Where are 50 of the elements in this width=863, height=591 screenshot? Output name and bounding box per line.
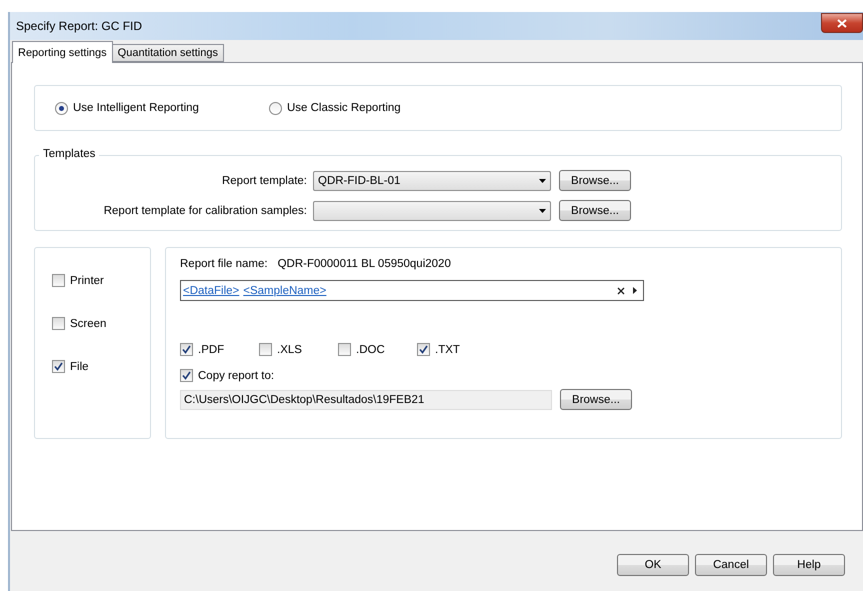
dialog-button[interactable]: Help (773, 554, 845, 576)
path-field[interactable]: C:\Users\OIJGC\Desktop\Resultados\19FEB21 (180, 390, 552, 410)
radio-button[interactable] (268, 102, 282, 114)
token-link[interactable]: <DataFile> (183, 284, 240, 296)
radio-label: Use Classic Reporting (286, 102, 401, 114)
checkbox-label: .TXT (435, 344, 460, 356)
checkmark-icon (182, 345, 191, 354)
checkbox-label: .DOC (356, 344, 385, 356)
field-label: Report template: (222, 174, 307, 186)
radio-button[interactable] (55, 102, 68, 114)
checkbox-label: Printer (70, 274, 104, 286)
checkmark-icon (419, 345, 428, 354)
checkbox-label: Screen (70, 318, 106, 330)
checkbox[interactable] (180, 343, 193, 356)
checkbox-label: .XLS (277, 344, 302, 356)
checkbox[interactable] (417, 343, 430, 356)
arrow-right-icon[interactable] (633, 287, 637, 294)
close-button[interactable] (821, 13, 863, 33)
file-name-value: QDR-F0000011 BL 05950qui2020 (278, 258, 451, 270)
checkbox-label: .PDF (198, 344, 224, 356)
checkbox[interactable] (52, 360, 65, 373)
tab[interactable]: Reporting settings (12, 41, 113, 63)
dialog-button[interactable]: Cancel (695, 554, 767, 576)
field-label: Report template for calibration samples: (104, 204, 307, 216)
clear-icon[interactable] (617, 286, 625, 294)
checkbox[interactable] (180, 369, 193, 382)
checkmark-icon (182, 371, 191, 380)
checkbox[interactable] (52, 274, 65, 287)
browse-button[interactable]: Browse... (560, 389, 632, 410)
tab[interactable]: Quantitation settings (112, 44, 224, 62)
token-link[interactable]: <SampleName> (243, 284, 326, 296)
dialog-button[interactable]: OK (617, 554, 689, 576)
checkbox-label: Copy report to: (198, 370, 274, 382)
checkmark-icon (54, 362, 63, 371)
browse-button[interactable]: Browse... (559, 170, 631, 191)
checkbox-label: File (70, 360, 89, 372)
checkbox[interactable] (259, 343, 272, 356)
group-title: Templates (39, 148, 100, 160)
radio-label: Use Intelligent Reporting (73, 102, 199, 114)
checkbox[interactable] (338, 343, 351, 356)
browse-button[interactable]: Browse... (559, 200, 631, 221)
checkbox[interactable] (52, 317, 65, 330)
dropdown-caret-icon (539, 208, 546, 212)
template-dropdown[interactable] (313, 200, 551, 220)
close-icon (837, 18, 847, 28)
window-title: Specify Report: GC FID (16, 19, 142, 33)
field-label: Report file name: (180, 258, 268, 270)
file-name-field[interactable]: <DataFile> <SampleName> (180, 280, 644, 301)
dropdown-caret-icon (539, 178, 546, 182)
template-dropdown[interactable]: QDR-FID-BL-01 (313, 170, 551, 190)
